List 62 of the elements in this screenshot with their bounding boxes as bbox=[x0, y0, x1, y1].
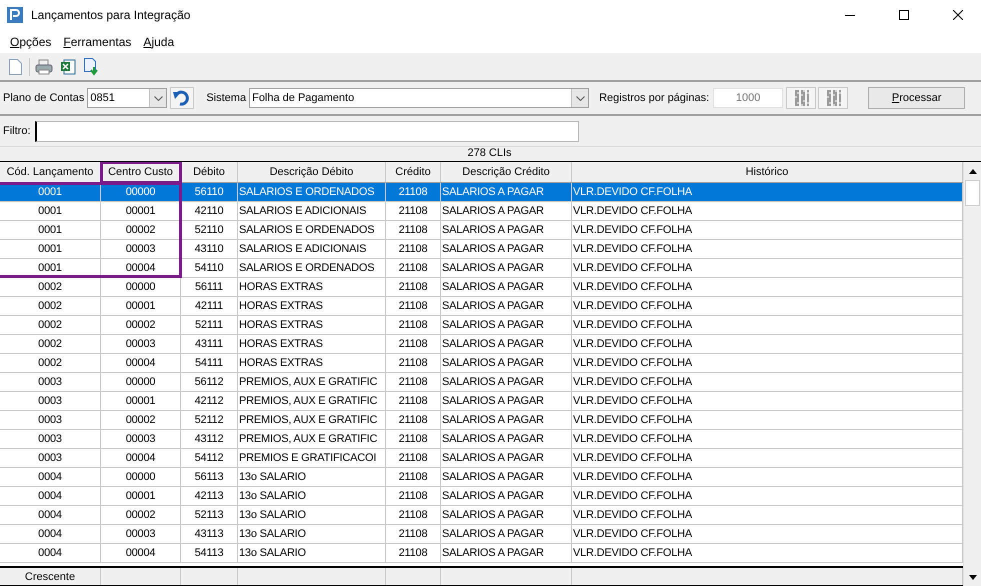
selected-row[interactable]: 0001 00000 56110 SALARIOS E ORDENADOS 21108 SALARIOS A PAGAR VLR.DEVIDO CF.FOLHA bbox=[0, 183, 963, 202]
table-cell: 00004 bbox=[101, 544, 181, 563]
close-icon bbox=[953, 10, 963, 20]
table-cell: 0004 bbox=[0, 544, 101, 563]
app-logo-icon bbox=[7, 7, 23, 23]
table-cell: 13o SALARIO bbox=[238, 544, 386, 563]
table-row[interactable]: 0002 00000 56111 HORAS EXTRAS 21108 SALARIOS A PAGAR VLR.DEVIDO CF.FOLHA bbox=[0, 278, 963, 297]
maximize-icon bbox=[899, 10, 909, 20]
filter-label: Filtro: bbox=[3, 125, 30, 137]
table-row[interactable]: 0002 00002 52111 HORAS EXTRAS 21108 SALARIOS A PAGAR VLR.DEVIDO CF.FOLHA bbox=[0, 316, 963, 335]
sistema-label: Sistema bbox=[206, 92, 246, 104]
chevron-down-icon bbox=[154, 96, 163, 100]
printer-button[interactable] bbox=[34, 57, 54, 77]
down-arrow-icon bbox=[968, 574, 976, 580]
window-title: Lançamentos para Integração bbox=[31, 8, 192, 22]
previous-page-button[interactable] bbox=[786, 87, 816, 109]
registros-label: Registros por páginas: bbox=[599, 92, 710, 104]
table-row[interactable]: 0004 00000 56113 13o SALARIO 21108 SALARIOS A PAGAR VLR.DEVIDO CF.FOLHA bbox=[0, 468, 963, 487]
column-header[interactable]: Descrição Débito bbox=[238, 162, 386, 182]
scroll-thumb[interactable] bbox=[965, 180, 980, 206]
process-button[interactable]: Processar bbox=[868, 87, 966, 109]
column-header[interactable]: Descrição Crédito bbox=[441, 162, 572, 182]
sistema-dropdown[interactable]: Folha de Pagamento bbox=[249, 88, 590, 108]
undo-button[interactable] bbox=[170, 87, 194, 109]
menu-item[interactable]: Ajuda bbox=[137, 34, 180, 48]
table-row[interactable]: 0003 00003 43112 PREMIOS, AUX E GRATIFIC 21108 SALARIOS A PAGAR VLR.DEVIDO CF.FOLHA bbox=[0, 430, 963, 449]
chevron-down-icon bbox=[576, 96, 585, 100]
column-header[interactable]: Crédito bbox=[386, 162, 441, 182]
table-row[interactable]: 0001 00003 43110 SALARIOS E ADICIONAIS 21108 SALARIOS A PAGAR VLR.DEVIDO CF.FOLHA bbox=[0, 240, 963, 259]
up-arrow-icon bbox=[968, 168, 976, 174]
table-row[interactable]: 0003 00004 54112 PREMIOS E GRATIFICACOI 21108 SALARIOS A PAGAR VLR.DEVIDO CF.FOLHA bbox=[0, 449, 963, 468]
menu-item[interactable]: Opções bbox=[4, 34, 58, 48]
column-header[interactable]: Débito bbox=[181, 162, 238, 182]
sort-order: Crescente bbox=[24, 570, 76, 582]
spreadsheet-button[interactable] bbox=[58, 57, 78, 77]
table-row[interactable]: 0002 00004 54111 HORAS EXTRAS 21108 SALARIOS A PAGAR VLR.DEVIDO CF.FOLHA bbox=[0, 354, 963, 373]
table-cell: SALARIOS A PAGAR bbox=[441, 544, 572, 563]
pattern-icon bbox=[793, 90, 810, 106]
registros-field[interactable]: 1000 bbox=[713, 88, 784, 108]
pattern-icon bbox=[825, 90, 842, 106]
table-cell: 54113 bbox=[181, 544, 238, 563]
plano-label: Plano de Contas bbox=[3, 92, 84, 104]
table-row[interactable]: 0004 00003 43113 13o SALARIO 21108 SALARIOS A PAGAR VLR.DEVIDO CF.FOLHA bbox=[0, 525, 963, 544]
next-page-button[interactable] bbox=[818, 87, 848, 109]
column-header[interactable]: Cód. Lançamento bbox=[0, 162, 101, 182]
column-header[interactable]: Centro Custo bbox=[101, 162, 181, 182]
table-row[interactable]: 0004 00004 54113 13o SALARIO 21108 SALARIOS A PAGAR VLR.DEVIDO CF.FOLHA bbox=[0, 544, 963, 563]
table-cell: 21108 bbox=[386, 544, 441, 563]
table-row[interactable]: 0002 00003 43111 HORAS EXTRAS 21108 SALARIOS A PAGAR VLR.DEVIDO CF.FOLHA bbox=[0, 335, 963, 354]
table-row[interactable]: 0002 00001 42111 HORAS EXTRAS 21108 SALARIOS A PAGAR VLR.DEVIDO CF.FOLHA bbox=[0, 297, 963, 316]
plano-dropdown[interactable]: 0851 bbox=[87, 88, 168, 108]
table-row[interactable]: 0001 00001 42110 SALARIOS E ADICIONAIS 21108 SALARIOS A PAGAR VLR.DEVIDO CF.FOLHA bbox=[0, 202, 963, 221]
table-row[interactable]: 0001 00002 52110 SALARIOS E ORDENADOS 21108 SALARIOS A PAGAR VLR.DEVIDO CF.FOLHA bbox=[0, 221, 963, 240]
table-row[interactable]: 0003 00001 42112 PREMIOS, AUX E GRATIFIC 21108 SALARIOS A PAGAR VLR.DEVIDO CF.FOLHA bbox=[0, 392, 963, 411]
menu-item[interactable]: Ferramentas bbox=[57, 34, 138, 48]
filter-field[interactable] bbox=[34, 120, 578, 142]
table-cell: VLR.DEVIDO CF.FOLHA bbox=[572, 544, 963, 563]
table-row[interactable]: 0004 00001 42113 13o SALARIO 21108 SALARIOS A PAGAR VLR.DEVIDO CF.FOLHA bbox=[0, 487, 963, 506]
table-row[interactable]: 0003 00002 52112 PREMIOS, AUX E GRATIFIC 21108 SALARIOS A PAGAR VLR.DEVIDO CF.FOLHA bbox=[0, 411, 963, 430]
table-row[interactable]: 0004 00002 52113 13o SALARIO 21108 SALARIOS A PAGAR VLR.DEVIDO CF.FOLHA bbox=[0, 506, 963, 525]
table-row[interactable]: 0003 00000 56112 PREMIOS, AUX E GRATIFIC 21108 SALARIOS A PAGAR VLR.DEVIDO CF.FOLHA bbox=[0, 373, 963, 392]
record-count: 278 CLIs bbox=[467, 147, 512, 161]
